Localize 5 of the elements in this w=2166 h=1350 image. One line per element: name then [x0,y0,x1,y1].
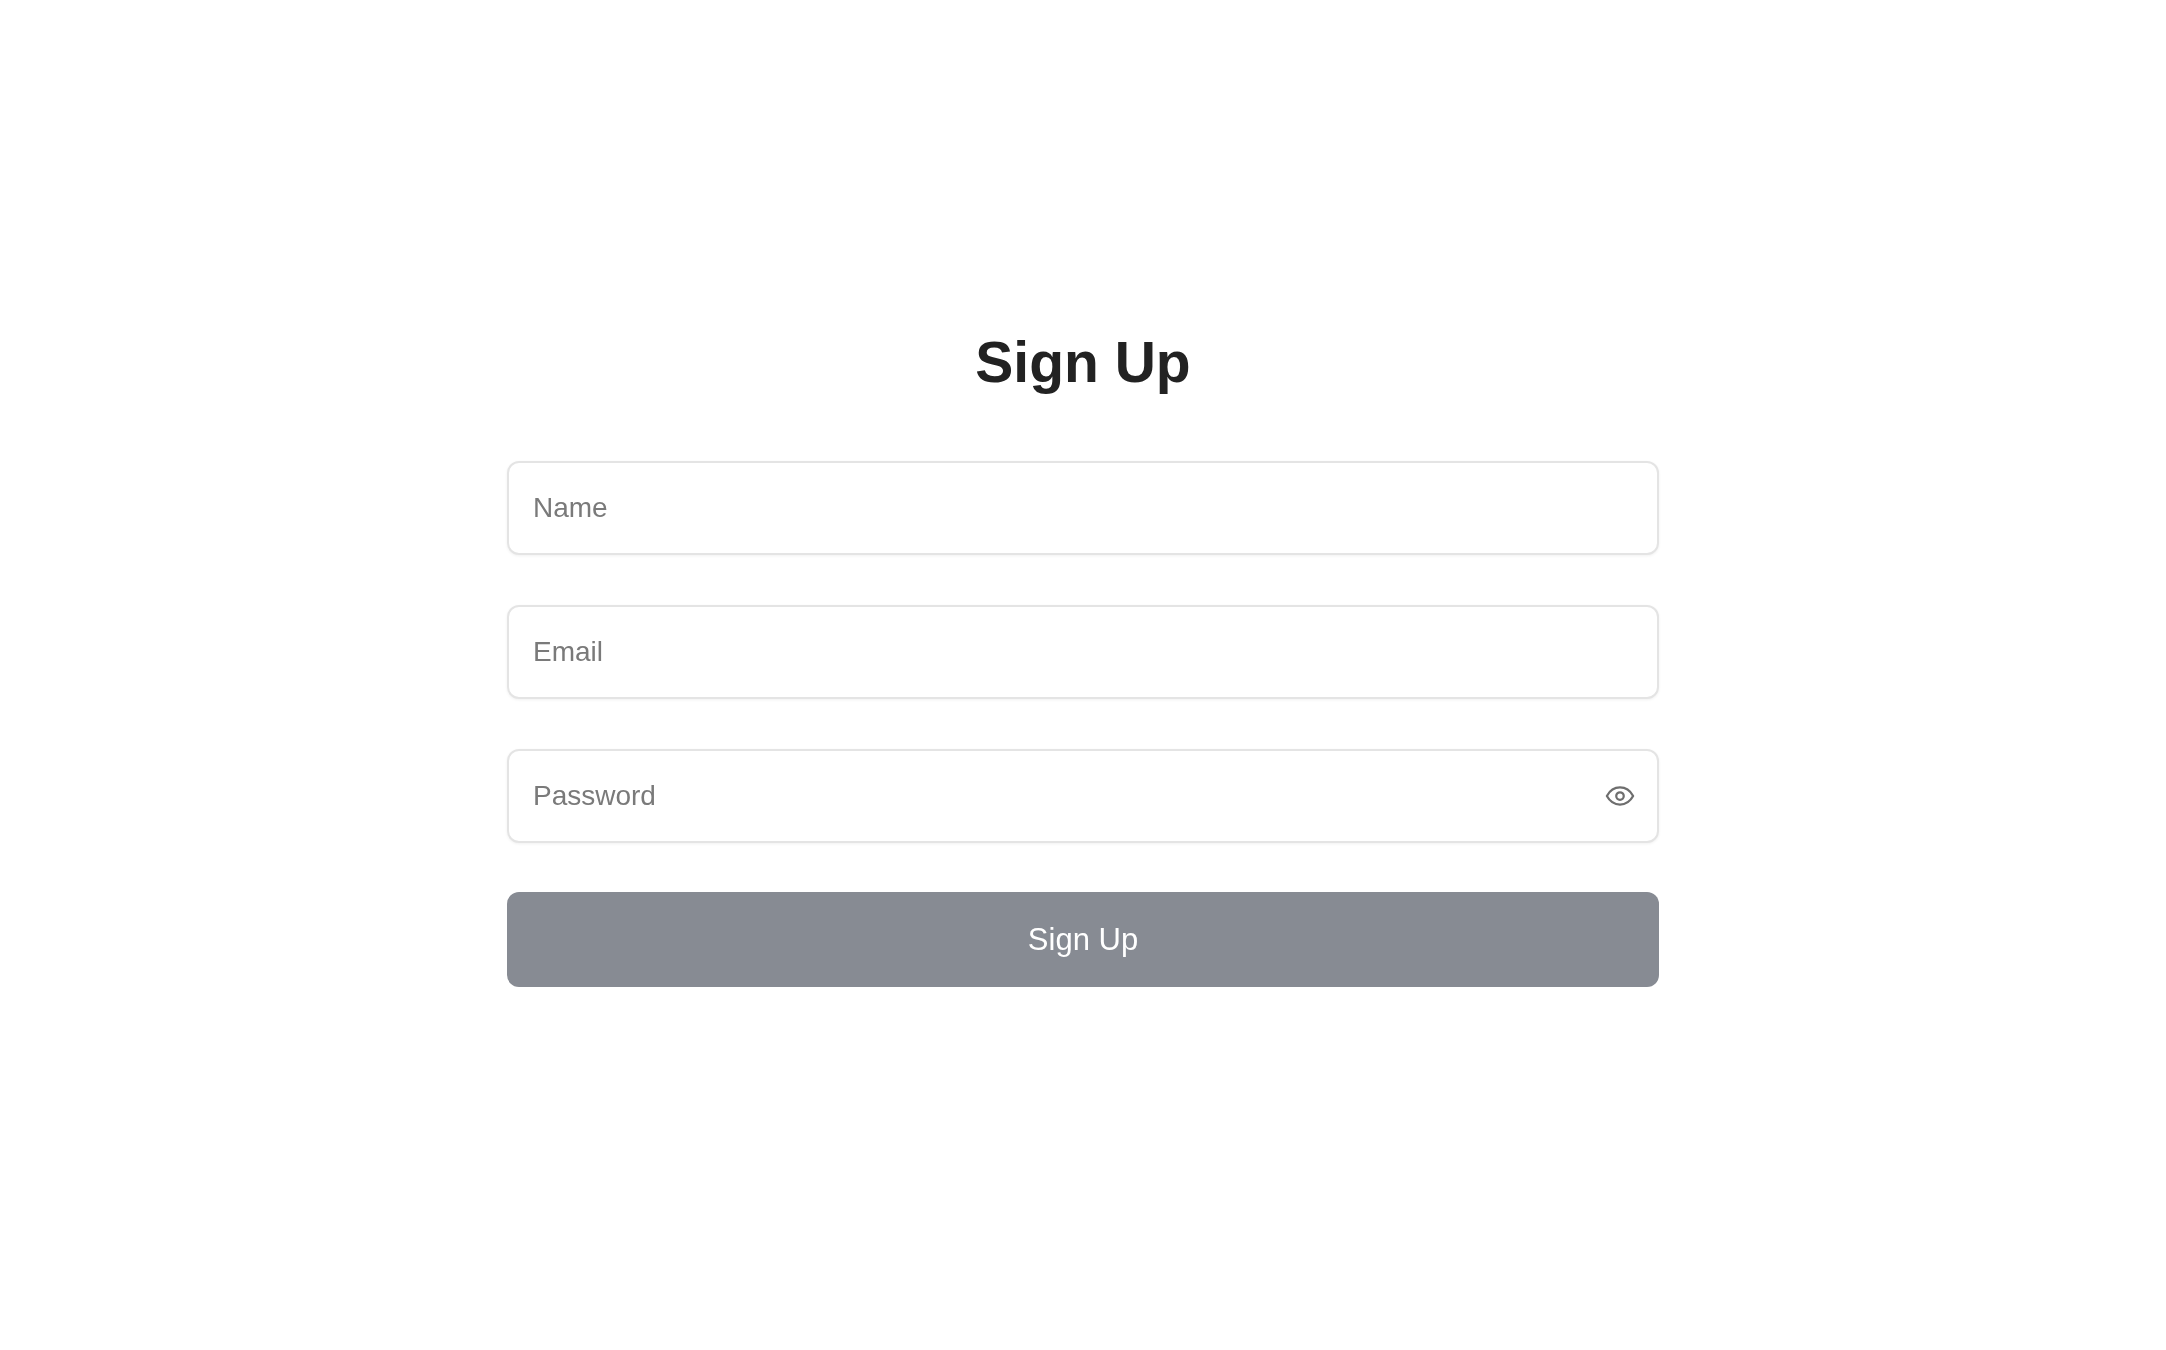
email-field[interactable]: Email [507,605,1659,699]
name-field[interactable]: Name [507,461,1659,555]
page-title: Sign Up [975,329,1191,396]
eye-icon[interactable] [1605,786,1635,806]
password-field[interactable]: Password [507,749,1659,843]
